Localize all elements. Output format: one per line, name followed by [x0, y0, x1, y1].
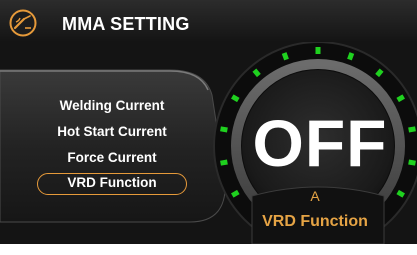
dial-unit: A	[310, 188, 320, 204]
dial-tick	[220, 159, 228, 166]
dial-tick	[231, 94, 240, 103]
header-bar: MMA SETTING	[0, 0, 417, 42]
dial-tick	[220, 126, 228, 133]
welder-display-panel: MMA SETTING Welding Current Hot Start Cur…	[0, 0, 417, 244]
dial-tick	[408, 159, 416, 166]
menu-panel-shape	[0, 69, 226, 223]
page-title: MMA SETTING	[62, 14, 190, 34]
dial-tick	[252, 68, 261, 78]
dial-parameter-label: VRD Function	[262, 213, 368, 230]
dial-tick	[281, 52, 289, 61]
dial-tick	[396, 94, 405, 103]
dial-tick	[408, 126, 416, 133]
welding-electrode-icon	[9, 9, 37, 37]
menu-item-force-current[interactable]: Force Current	[37, 148, 187, 168]
dial-tick	[231, 189, 240, 198]
menu-item-hot-start-current[interactable]: Hot Start Current	[37, 122, 187, 142]
screen: MMA SETTING Welding Current Hot Start Cur…	[0, 0, 417, 255]
menu-item-welding-current[interactable]: Welding Current	[37, 96, 187, 116]
dial-tick	[396, 189, 405, 198]
menu-item-vrd-function[interactable]: VRD Function	[37, 173, 187, 195]
dial-tick	[347, 52, 355, 61]
dial-tick	[375, 68, 384, 78]
dial-value: OFF	[252, 106, 388, 180]
